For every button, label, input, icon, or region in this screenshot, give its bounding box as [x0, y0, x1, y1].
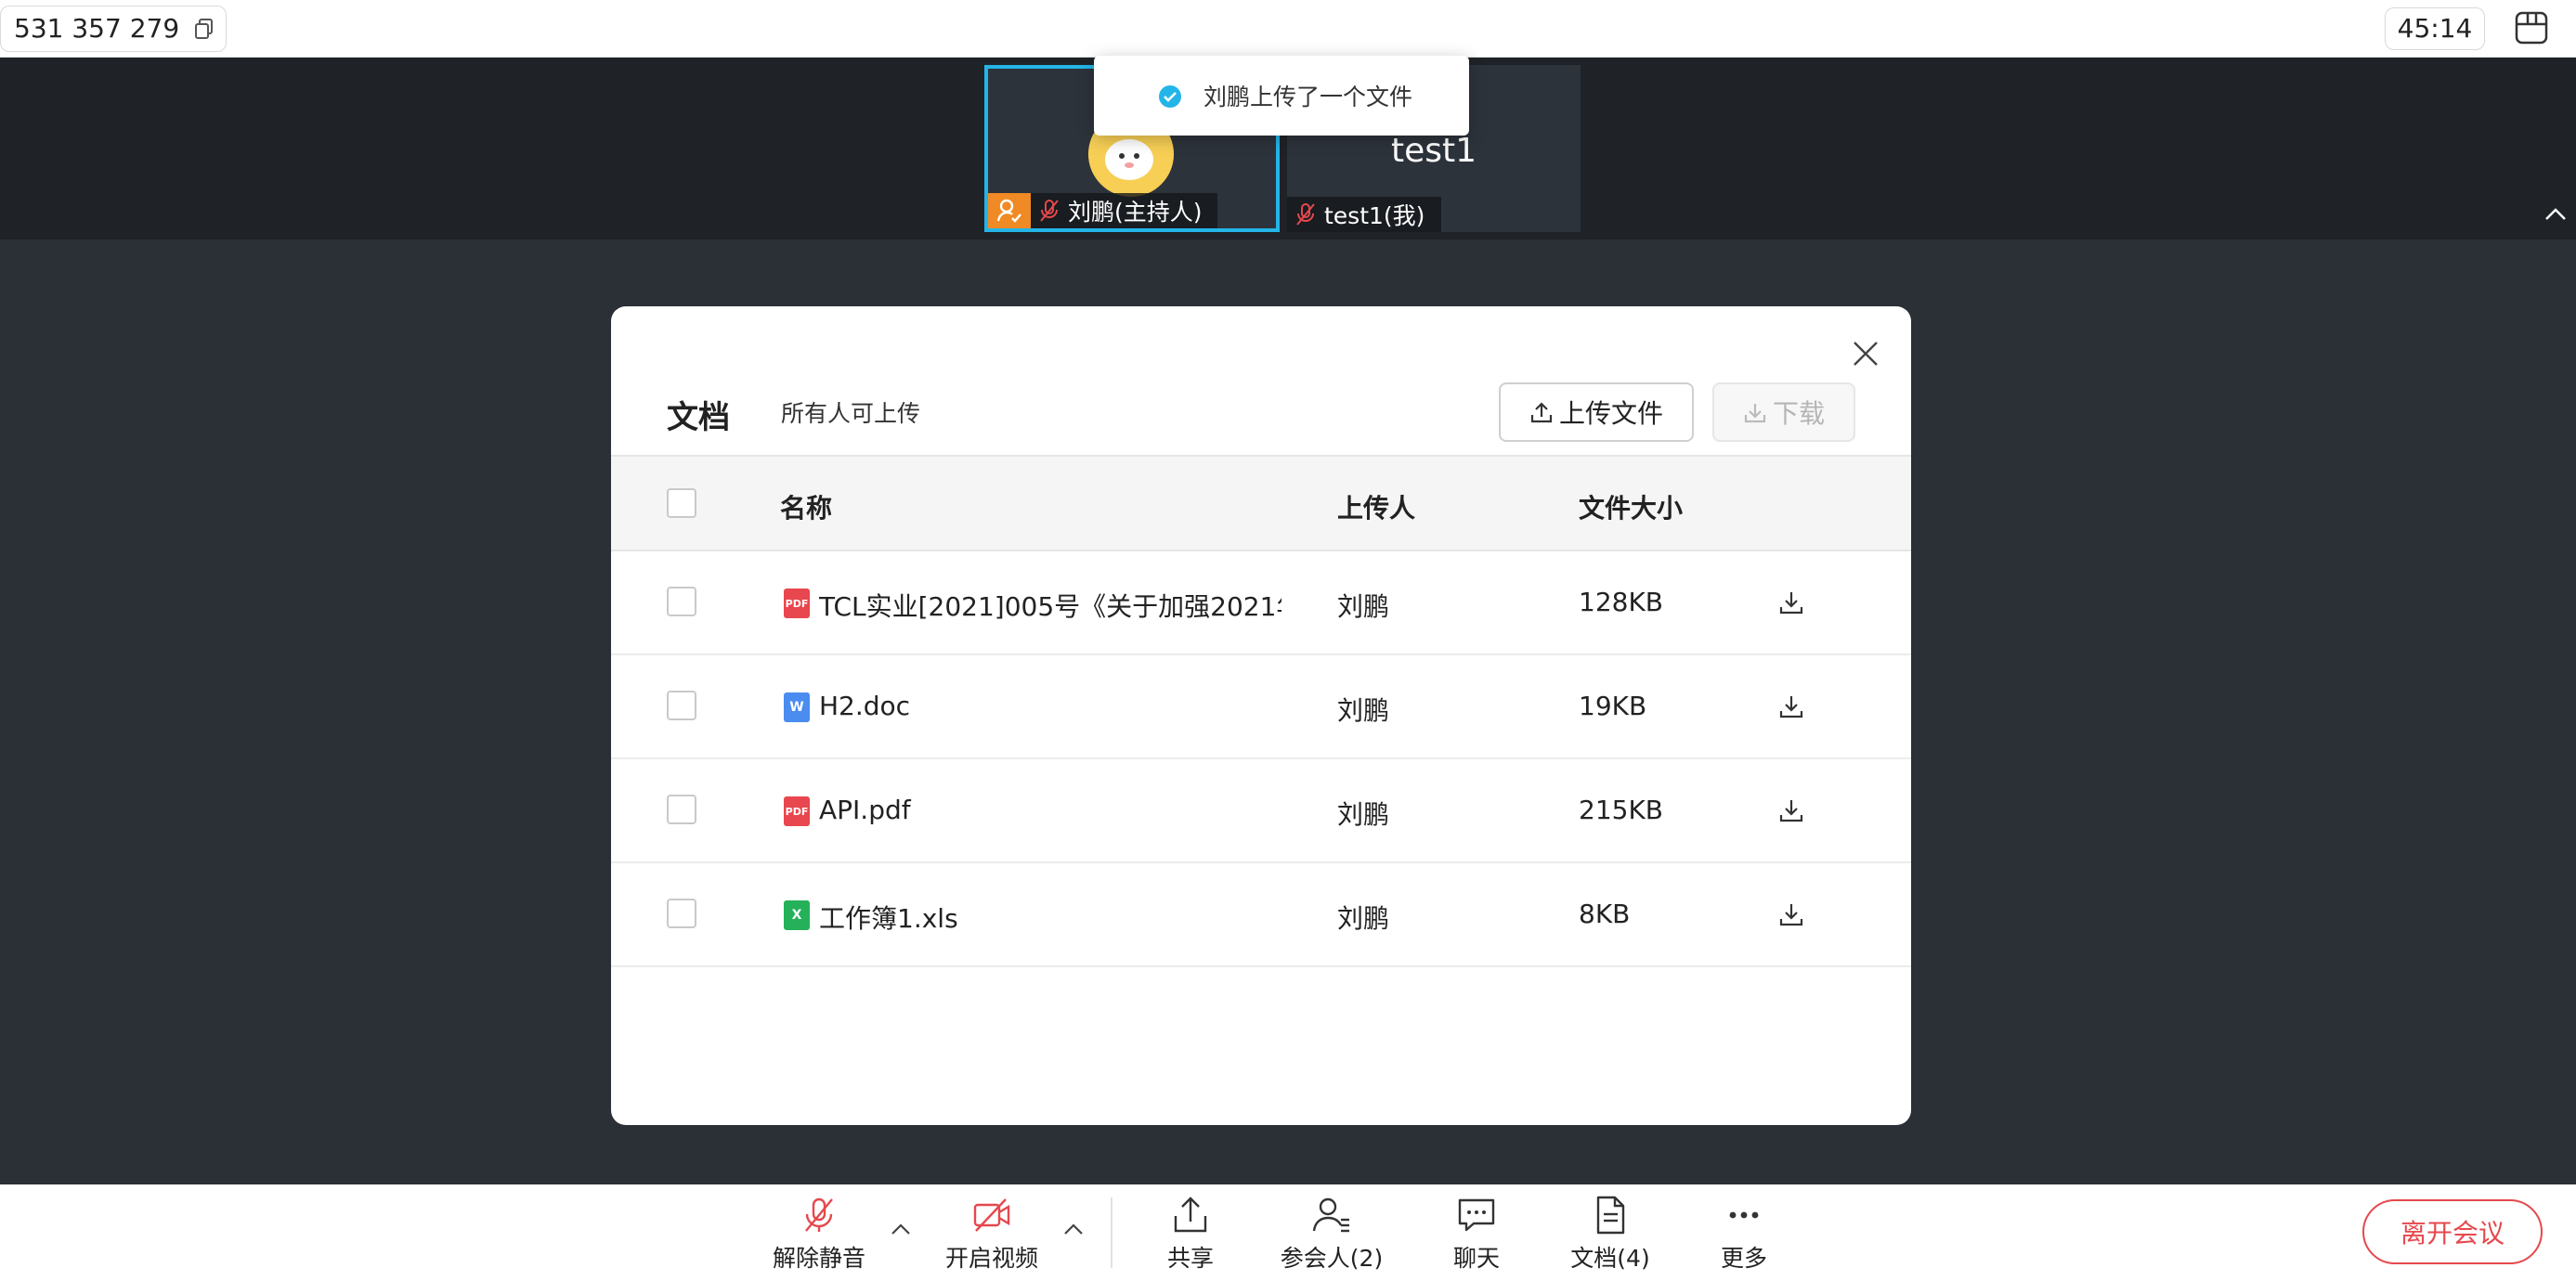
- download-icon[interactable]: [1777, 900, 1805, 928]
- column-size: 文件大小: [1579, 493, 1684, 524]
- column-uploader: 上传人: [1337, 493, 1416, 524]
- video-label: 开启视频: [944, 1245, 1038, 1272]
- row-checkbox[interactable]: [667, 899, 696, 928]
- more-icon: [1729, 1211, 1759, 1219]
- documents-modal: 文档 所有人可上传 上传文件 下载 名称 上传人 文件大小 PDF TCL实业[…: [611, 306, 1911, 1125]
- participant-name: 刘鹏(主持人): [1068, 199, 1203, 226]
- chat-button[interactable]: 聊天: [1412, 1194, 1542, 1277]
- documents-button[interactable]: 文档(4): [1545, 1194, 1675, 1277]
- file-name: TCL实业[2021]005号《关于加强2021年: [819, 591, 1281, 622]
- close-icon[interactable]: [1850, 338, 1881, 369]
- file-name: 工作簿1.xls: [819, 903, 958, 934]
- file-size: 19KB: [1579, 691, 1647, 721]
- chevron-up-icon[interactable]: [1062, 1222, 1085, 1236]
- host-nameplate: 刘鹏(主持人): [988, 193, 1217, 228]
- file-size: 8KB: [1579, 899, 1631, 929]
- share-icon: [1174, 1197, 1207, 1233]
- chevron-up-icon[interactable]: [2543, 204, 2569, 223]
- meeting-id-text: 531 357 279: [14, 13, 180, 44]
- excel-file-icon: X: [784, 900, 810, 930]
- chevron-up-icon[interactable]: [890, 1222, 912, 1236]
- column-name: 名称: [780, 493, 833, 524]
- row-checkbox[interactable]: [667, 795, 696, 824]
- toast-notification: 刘鹏上传了一个文件: [1094, 56, 1469, 136]
- participants-icon: [1312, 1197, 1349, 1233]
- upload-permission: 所有人可上传: [781, 400, 921, 427]
- more-button[interactable]: 更多: [1679, 1194, 1809, 1277]
- chat-icon: [1458, 1198, 1495, 1232]
- file-name: API.pdf: [819, 795, 911, 825]
- select-all-checkbox[interactable]: [667, 488, 696, 518]
- bottom-toolbar: 解除静音 开启视频 共享 参会人(2) 聊天 文档(4) 更多: [0, 1184, 2576, 1281]
- pdf-file-icon: PDF: [784, 589, 810, 618]
- copy-icon[interactable]: [194, 18, 215, 40]
- upload-icon: [1530, 402, 1553, 423]
- check-circle-icon: [1159, 85, 1181, 108]
- meeting-id[interactable]: 531 357 279: [0, 6, 228, 52]
- host-icon: [988, 193, 1031, 228]
- row-checkbox[interactable]: [667, 691, 696, 720]
- upload-file-button[interactable]: 上传文件: [1499, 382, 1694, 442]
- file-size: 128KB: [1579, 587, 1664, 617]
- participant-name: test1(我): [1324, 202, 1425, 229]
- mic-off-icon: [1287, 197, 1324, 232]
- download-button[interactable]: 下载: [1712, 382, 1855, 442]
- share-button[interactable]: 共享: [1125, 1194, 1255, 1277]
- table-row[interactable]: W H2.doc 刘鹏 19KB: [611, 655, 1911, 759]
- share-label: 共享: [1166, 1245, 1214, 1272]
- mic-off-icon: [1031, 193, 1068, 228]
- toolbar-divider: [1111, 1197, 1112, 1268]
- unmute-button[interactable]: 解除静音: [754, 1194, 884, 1277]
- layout-icon[interactable]: [2513, 9, 2550, 46]
- file-uploader: 刘鹏: [1337, 695, 1390, 726]
- table-row[interactable]: PDF API.pdf 刘鹏 215KB: [611, 759, 1911, 863]
- download-icon: [1744, 404, 1766, 423]
- more-label: 更多: [1720, 1245, 1767, 1272]
- download-icon[interactable]: [1777, 796, 1805, 824]
- modal-title: 文档: [667, 399, 730, 436]
- start-video-button[interactable]: 开启视频: [927, 1194, 1057, 1277]
- unmute-label: 解除静音: [772, 1245, 865, 1272]
- mic-off-icon: [805, 1197, 833, 1232]
- pdf-file-icon: PDF: [784, 796, 810, 826]
- chat-label: 聊天: [1452, 1245, 1500, 1272]
- download-icon[interactable]: [1777, 589, 1805, 616]
- file-uploader: 刘鹏: [1337, 903, 1390, 934]
- documents-label: 文档(4): [1570, 1245, 1650, 1272]
- document-icon: [1596, 1196, 1625, 1235]
- file-size: 215KB: [1579, 795, 1664, 825]
- participants-button[interactable]: 参会人(2): [1267, 1194, 1397, 1277]
- word-file-icon: W: [784, 692, 810, 722]
- file-name: H2.doc: [819, 691, 911, 721]
- video-off-icon: [973, 1198, 1010, 1232]
- file-uploader: 刘鹏: [1337, 591, 1390, 622]
- participant-tile-name: test1: [1391, 132, 1477, 170]
- table-row[interactable]: X 工作簿1.xls 刘鹏 8KB: [611, 863, 1911, 967]
- toast-text: 刘鹏上传了一个文件: [1203, 84, 1413, 110]
- upload-label: 上传文件: [1558, 398, 1663, 429]
- file-uploader: 刘鹏: [1337, 799, 1390, 830]
- table-header: 名称 上传人 文件大小: [611, 455, 1911, 551]
- table-row[interactable]: PDF TCL实业[2021]005号《关于加强2021年 刘鹏 128KB: [611, 551, 1911, 655]
- top-bar: 531 357 279 45:14: [0, 0, 2576, 58]
- row-checkbox[interactable]: [667, 587, 696, 616]
- meeting-timer: 45:14: [2385, 7, 2485, 50]
- self-nameplate: test1(我): [1287, 197, 1442, 232]
- participants-label: 参会人(2): [1280, 1245, 1384, 1272]
- download-label: 下载: [1772, 398, 1825, 429]
- leave-meeting-button[interactable]: 离开会议: [2362, 1199, 2543, 1264]
- download-icon[interactable]: [1777, 692, 1805, 720]
